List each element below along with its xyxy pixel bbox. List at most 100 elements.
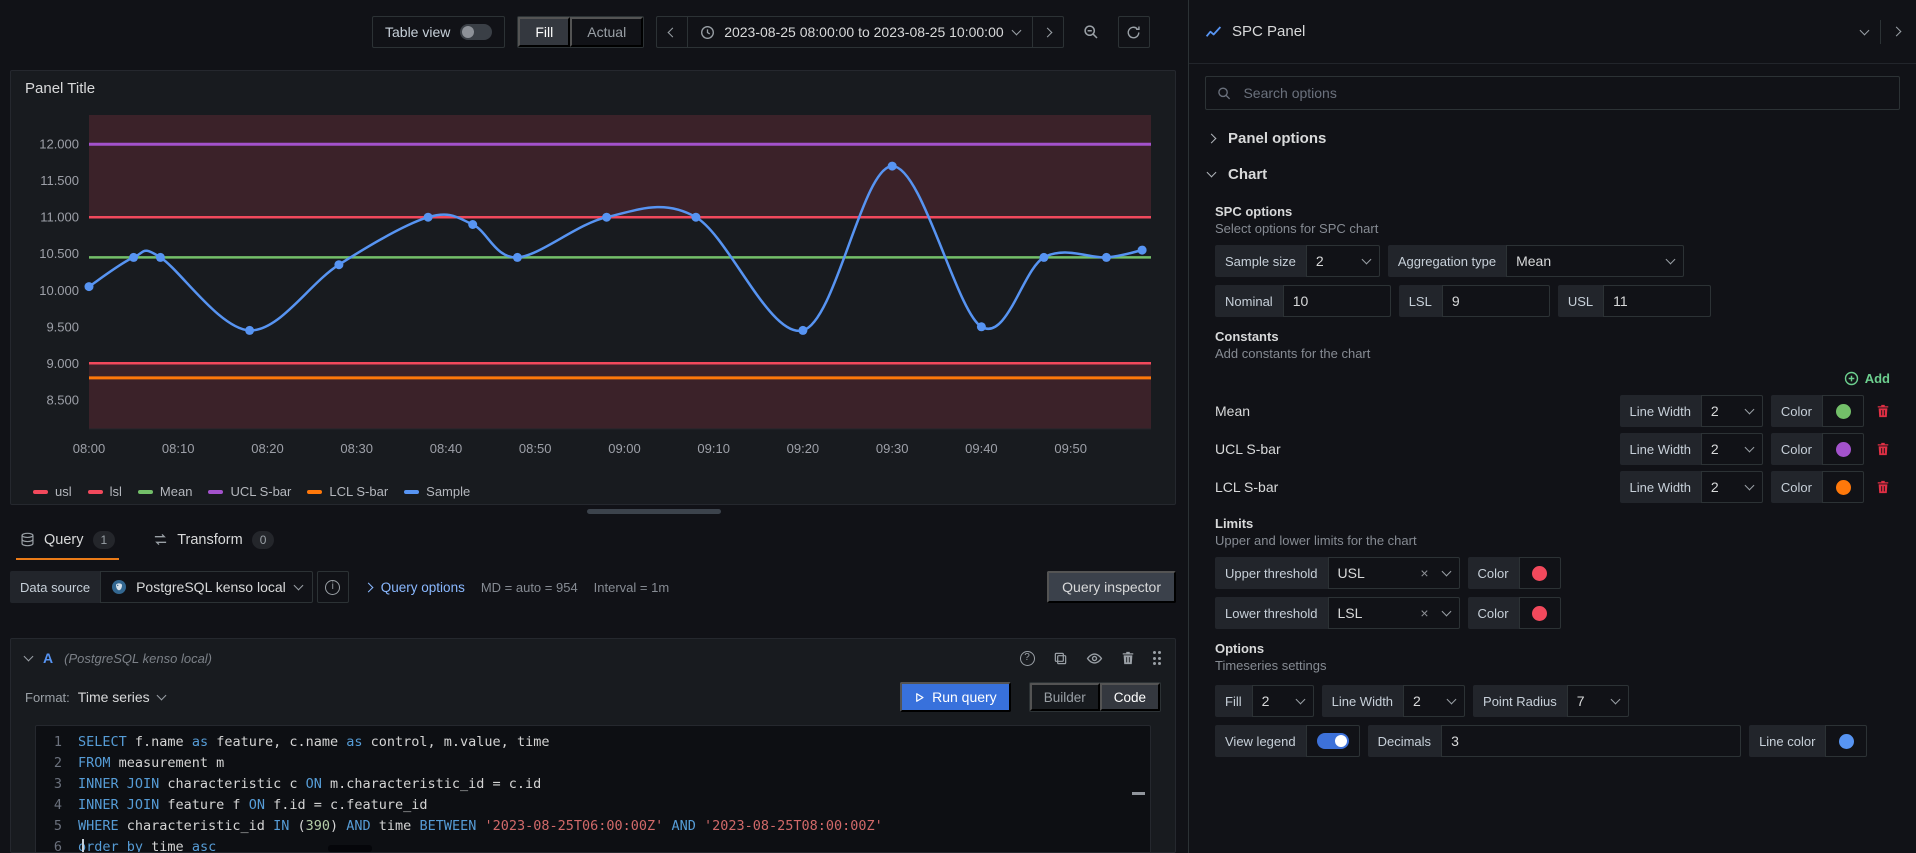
line-width-select[interactable]: 2	[1403, 685, 1466, 717]
refresh-button[interactable]	[1117, 16, 1150, 48]
aggregation-type-select[interactable]: Mean	[1506, 245, 1685, 277]
table-view-toggle[interactable]	[460, 24, 493, 40]
datasource-picker[interactable]: PostgreSQL kenso local	[100, 571, 313, 603]
svg-text:08:50: 08:50	[519, 441, 552, 456]
line-number: 3	[53, 776, 62, 792]
legend-item[interactable]: Sample	[404, 484, 470, 499]
builder-button[interactable]: Builder	[1029, 683, 1100, 711]
view-legend-toggle[interactable]	[1305, 725, 1360, 757]
line-width-select[interactable]: 2	[1700, 433, 1763, 465]
line-width-select[interactable]: 2	[1700, 471, 1763, 503]
legend-item[interactable]: usl	[33, 484, 72, 499]
delete-constant-button[interactable]	[1876, 404, 1890, 418]
panel-options-section[interactable]: Panel options	[1189, 120, 1916, 156]
line-width-select[interactable]: 2	[1700, 395, 1763, 427]
trash-icon	[1877, 442, 1889, 456]
upper-threshold-select[interactable]: USL ×	[1327, 557, 1460, 589]
nominal-label: Nominal	[1215, 285, 1283, 317]
sql-token: ON	[305, 776, 322, 792]
legend-item[interactable]: lsl	[87, 484, 122, 499]
sql-code-editor[interactable]: 1 SELECT f.name as feature, c.name as con…	[35, 725, 1151, 852]
color-picker[interactable]	[1822, 433, 1864, 465]
usl-label: USL	[1557, 285, 1604, 317]
trash-icon[interactable]	[1121, 651, 1135, 665]
refresh-icon	[1127, 26, 1140, 38]
table-view-label: Table view	[385, 24, 451, 40]
collapse-pane-icon[interactable]	[1891, 26, 1902, 37]
time-range-button[interactable]: 2023-08-25 08:00:00 to 2023-08-25 10:00:…	[687, 17, 1033, 47]
drag-handle-icon[interactable]	[1152, 651, 1161, 665]
delete-constant-button[interactable]	[1876, 442, 1890, 456]
panel-title[interactable]: Panel Title	[25, 80, 95, 97]
query-editor-card: A (PostgreSQL kenso local) ? Format: Tim…	[10, 638, 1176, 853]
panel-type-chevron-icon[interactable]	[1859, 25, 1870, 35]
tab-query[interactable]: Query 1	[16, 521, 120, 560]
timeseries-options-title: Options	[1215, 641, 1265, 656]
code-button[interactable]: Code	[1099, 683, 1160, 711]
line-width-label: Line Width	[1321, 685, 1404, 717]
tab-transform[interactable]: Transform 0	[149, 521, 278, 560]
actual-button[interactable]: Actual	[570, 17, 644, 47]
zoom-out-button[interactable]	[1076, 16, 1106, 48]
query-datasource-hint: (PostgreSQL kenso local)	[64, 650, 213, 666]
viz-panel: Panel Title 8.500 9.000 9.500 10.000 10.500 1…	[10, 70, 1176, 505]
legend-item[interactable]: Mean	[137, 484, 192, 499]
code-line[interactable]: 2 FROM measurement m	[36, 753, 1150, 774]
lsl-input[interactable]	[1441, 285, 1550, 317]
time-shift-back-button[interactable]	[657, 17, 687, 47]
nominal-input[interactable]	[1282, 285, 1391, 317]
usl-input[interactable]	[1603, 285, 1712, 317]
collapse-query-icon[interactable]	[23, 651, 34, 662]
spc-chart[interactable]: 8.500 9.000 9.500 10.000 10.500 11.000 11.500 1…	[25, 109, 1159, 481]
code-line[interactable]: 6 order by time asc	[36, 837, 1150, 852]
line-color-picker[interactable]	[1825, 725, 1868, 757]
decimals-input[interactable]	[1441, 725, 1742, 757]
color-picker[interactable]	[1822, 395, 1864, 427]
code-line[interactable]: 1 SELECT f.name as feature, c.name as con…	[36, 732, 1150, 753]
eye-icon[interactable]	[1086, 650, 1103, 667]
fill-select[interactable]: 2	[1251, 685, 1314, 717]
point-radius-select[interactable]: 7	[1566, 685, 1629, 717]
code-line[interactable]: 3 INNER JOIN characteristic c ON m.charac…	[36, 774, 1150, 795]
fill-button[interactable]: Fill	[518, 17, 571, 47]
constant-name: LCL S-bar	[1215, 479, 1279, 495]
color-label: Color	[1467, 597, 1519, 629]
divider	[1880, 19, 1881, 44]
search-input[interactable]	[1241, 84, 1888, 102]
format-select[interactable]: Time series	[78, 689, 167, 705]
code-line[interactable]: 5 WHERE characteristic_id IN (390) AND ti…	[36, 816, 1150, 837]
delete-constant-button[interactable]	[1876, 480, 1890, 494]
color-picker[interactable]	[1518, 557, 1561, 589]
sample-size-select[interactable]: 2	[1305, 245, 1380, 277]
time-shift-forward-button[interactable]	[1033, 17, 1063, 47]
chevron-down-icon	[1446, 694, 1457, 705]
datasource-help-button[interactable]: i	[316, 571, 349, 603]
code-editor-scrollbar[interactable]	[328, 845, 372, 852]
close-icon[interactable]: ×	[1420, 566, 1428, 580]
close-icon[interactable]: ×	[1420, 606, 1428, 620]
query-ref-id[interactable]: A	[43, 650, 53, 666]
add-constant-button[interactable]: Add	[1844, 371, 1890, 386]
grafana-panel-editor: Table view Fill Actual 2023-08-25 08:00:…	[0, 0, 1916, 853]
sql-token: f.name	[126, 734, 192, 750]
query-inspector-button[interactable]: Query inspector	[1047, 571, 1176, 603]
help-icon[interactable]: ?	[1019, 650, 1035, 666]
horizontal-scrollbar[interactable]	[587, 509, 721, 514]
sql-token: feature, c.name	[208, 734, 347, 750]
lower-threshold-select[interactable]: LSL ×	[1327, 597, 1460, 629]
sql-token: f.id = c.feature_id	[264, 797, 428, 813]
query-options-toggle[interactable]: Query options	[363, 580, 465, 595]
run-query-button[interactable]: Run query	[900, 682, 1011, 712]
top-toolbar: Table view Fill Actual 2023-08-25 08:00:…	[372, 16, 1150, 48]
query-count-badge: 1	[92, 530, 116, 549]
color-label: Color	[1770, 471, 1822, 503]
color-picker[interactable]	[1822, 471, 1864, 503]
legend-swatch	[33, 489, 48, 494]
legend-item[interactable]: UCL S-bar	[208, 484, 291, 499]
legend-item[interactable]: LCL S-bar	[307, 484, 388, 499]
copy-icon[interactable]	[1053, 651, 1068, 666]
chart-section[interactable]: Chart	[1189, 156, 1916, 192]
code-line[interactable]: 4 INNER JOIN feature f ON f.id = c.featur…	[36, 795, 1150, 816]
color-picker[interactable]	[1518, 597, 1561, 629]
